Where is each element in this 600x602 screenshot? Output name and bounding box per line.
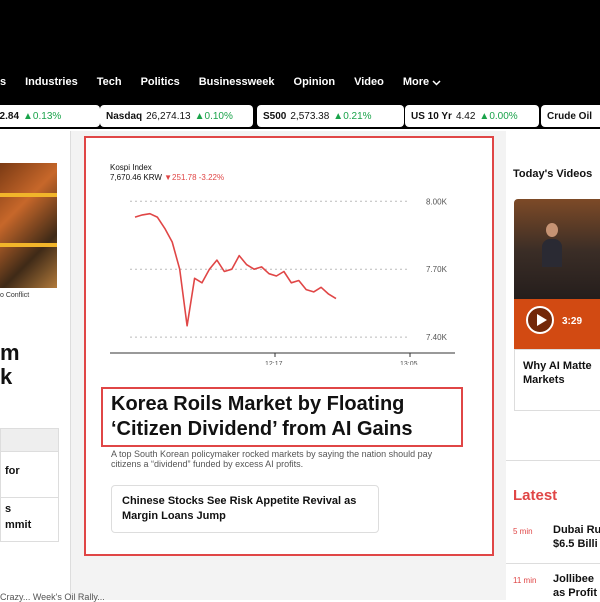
video-title-line: Markets [523,374,565,386]
nav-item-video[interactable]: Video [354,76,384,88]
divider [506,563,600,564]
y-tick-label: 7.70K [426,265,448,274]
video-title[interactable]: Why AI Matte Markets [523,359,592,387]
thumbnail-detail [0,193,57,197]
headline-line: ‘Citizen Dividend’ from AI Gains [111,418,413,440]
latest-item[interactable]: Jollibee as Profit [553,572,597,600]
ticker-chip-nasdaq[interactable]: Nasdaq 26,274.13 ▲0.10% [100,105,253,127]
todays-videos-title: Today's Videos [513,168,593,180]
nav-item-markets[interactable]: s [0,76,6,88]
thumbnail-detail [0,243,57,247]
play-icon[interactable] [526,306,554,334]
ticker-change: ▲0.10% [194,110,233,122]
video-title-line: Why AI Matte [523,360,592,372]
chart-meta: Kospi Index 7,670.46 KRW ▼251.78 -3.22% [110,163,224,183]
latest-item[interactable]: Dubai Ru $6.5 Billi [553,523,600,551]
ticker-name: Crude Oil [547,110,593,122]
ticker-chip-us10yr[interactable]: US 10 Yr 4.42 ▲0.00% [405,105,539,127]
nav-item-businessweek[interactable]: Businessweek [199,76,275,88]
ticker-chip-crude-oil[interactable]: Crude Oil [541,105,600,127]
left-card-item[interactable]: mmit [5,519,31,531]
nav-more-label: More [402,76,430,88]
ticker-name: US 10 Yr [411,110,452,122]
left-card: for s mmit [0,428,59,542]
latest-item-line: $6.5 Billi [553,538,598,550]
left-card-header [1,429,58,452]
ticker-change: ▲0.13% [23,110,62,122]
ticker-value: 4.42 [455,110,476,122]
ticker-value: 12.84 [0,110,20,122]
divider [1,497,58,498]
nav-item-opinion[interactable]: Opinion [294,76,336,88]
related-story-title: Chinese Stocks See Risk Appetite Revival… [122,495,357,522]
nav-item-politics[interactable]: Politics [141,76,180,88]
index-change: ▼251.78 -3.22% [164,173,225,182]
related-story[interactable]: Chinese Stocks See Risk Appetite Revival… [111,485,379,533]
latest-item-line: Dubai Ru [553,524,600,536]
latest-time: 5 min [513,527,533,536]
ticker-chip[interactable]: 12.84 ▲0.13% [0,105,100,127]
headline-line: Korea Roils Market by Floating [111,393,405,415]
ticker-chip-s500[interactable]: S500 2,573.38 ▲0.21% [257,105,404,127]
article-summary: A top South Korean policymaker rocked ma… [111,449,433,469]
y-tick-label: 7.40K [426,333,448,342]
ticker-value: 26,274.13 [146,110,191,122]
nav-more-button[interactable]: More [403,76,441,88]
video-duration: 3:29 [562,316,583,327]
chevron-down-icon [432,79,441,86]
latest-time: 11 min [513,576,537,585]
x-tick-label: 13:05 [400,361,418,365]
thumbnail-caption: o Conflict [0,292,30,299]
ticker-change: ▲0.21% [333,110,372,122]
bottom-story-snippet[interactable]: Crazy... Week's Oil Rally... [0,592,105,602]
article-headline[interactable]: Korea Roils Market by Floating ‘Citizen … [111,392,413,442]
nav-item-tech[interactable]: Tech [97,76,122,88]
video-presenter [542,239,562,267]
index-value: 7,670.46 KRW [110,173,162,182]
index-name: Kospi Index [110,163,152,172]
latest-title: Latest [513,487,558,504]
main-nav: s Industries Tech Politics Businessweek … [0,70,441,94]
left-headline-part[interactable]: m [0,340,20,366]
series-line [134,212,337,327]
divider [506,460,600,461]
ticker-name: S500 [263,110,287,122]
video-presenter-head [546,223,558,237]
left-card-item[interactable]: for [5,465,20,477]
x-tick-label: 12:17 [265,361,283,365]
ticker-name: Nasdaq [106,110,143,122]
story-thumbnail[interactable] [0,163,57,288]
latest-item-line: Jollibee [553,573,594,585]
kospi-chart[interactable]: 8.00K 7.70K 7.40K 12:17 13:05 [100,185,470,365]
left-card-item[interactable]: s [5,503,11,515]
y-tick-label: 8.00K [426,197,448,206]
ticker-value: 2,573.38 [290,110,330,122]
latest-item-line: as Profit [553,587,598,599]
nav-item-industries[interactable]: Industries [25,76,78,88]
left-headline-part[interactable]: k [0,364,12,390]
ticker-change: ▲0.00% [479,110,518,122]
